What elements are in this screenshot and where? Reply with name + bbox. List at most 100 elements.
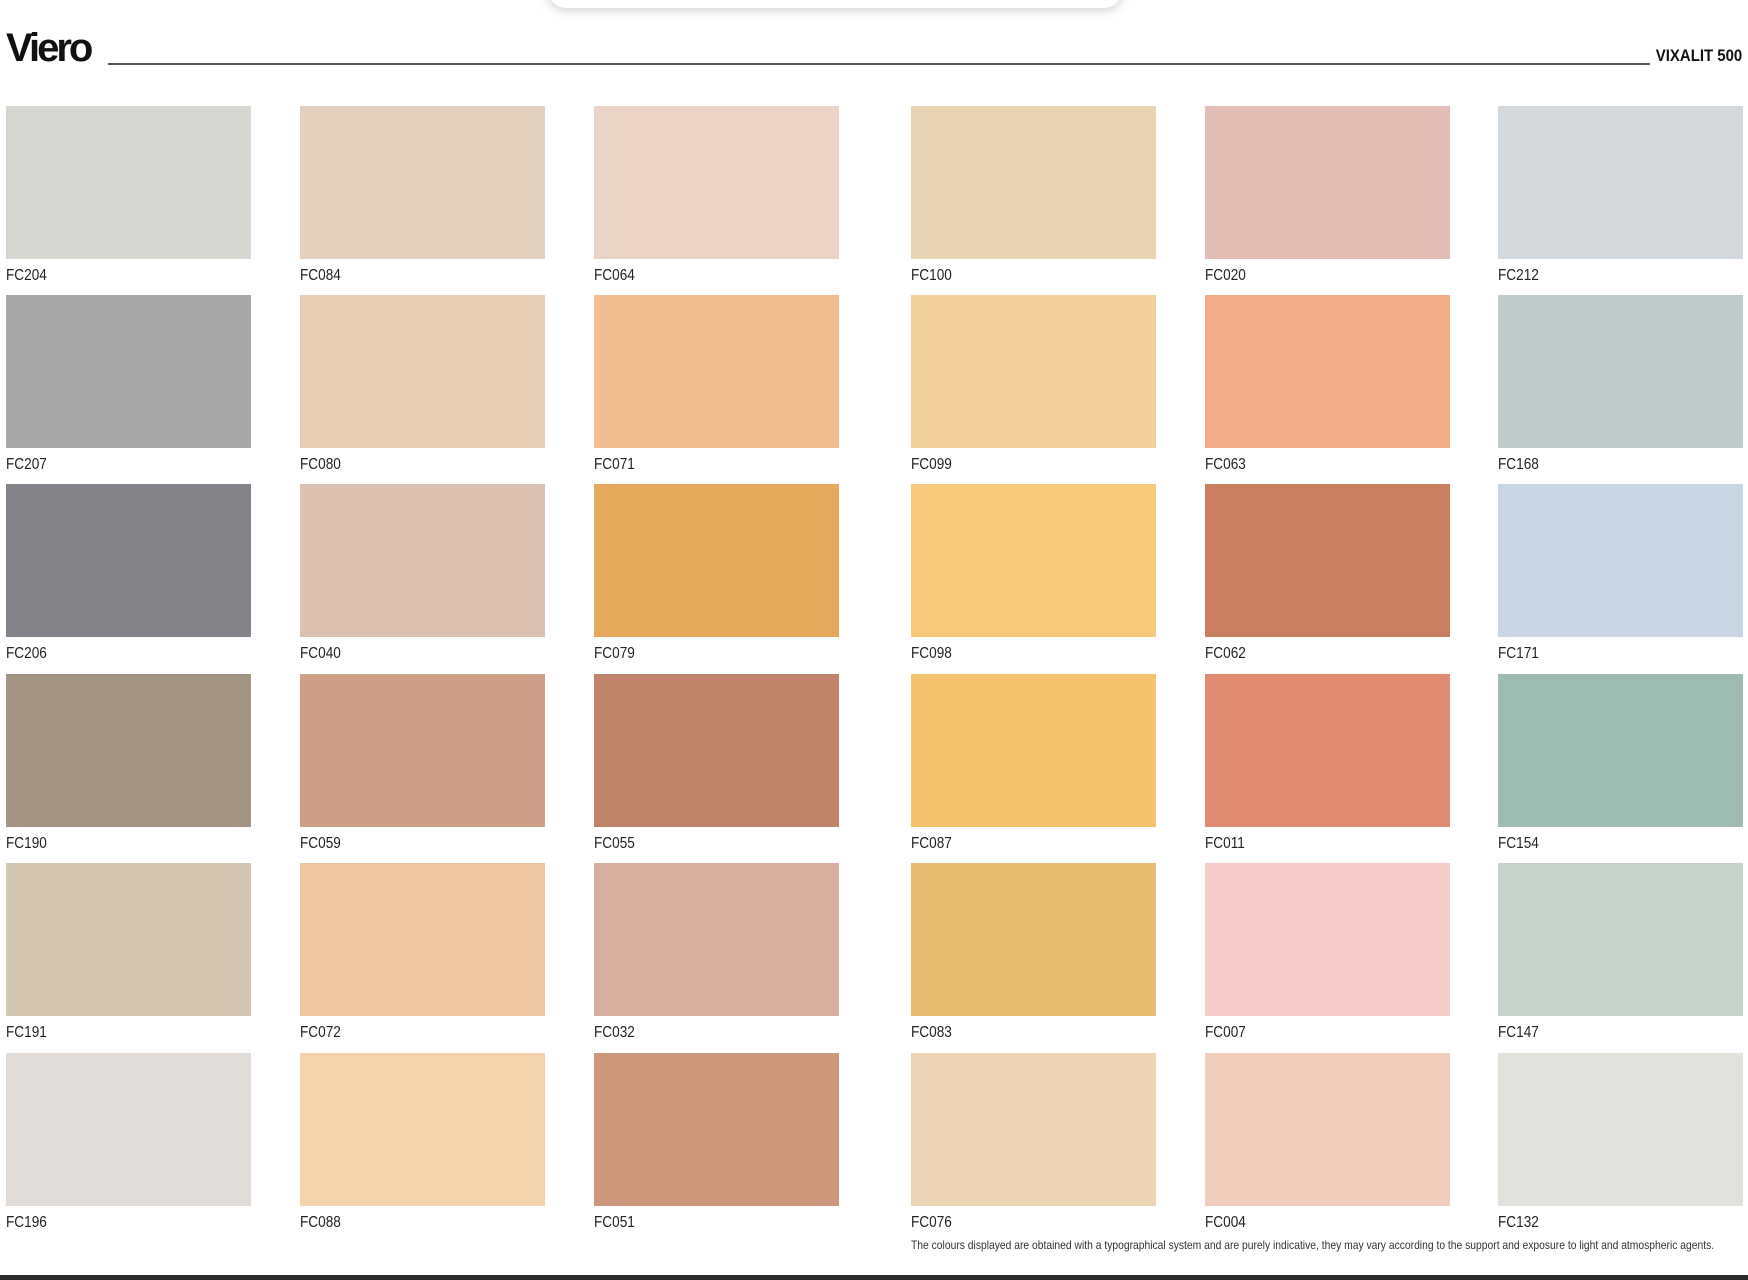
- swatch-code: FC132: [1498, 1214, 1539, 1231]
- colour-swatch: FC080: [300, 295, 545, 485]
- colour-swatch: FC072: [300, 863, 545, 1053]
- swatch-chip: [1205, 1053, 1450, 1206]
- swatch-code: FC088: [300, 1214, 341, 1231]
- swatch-code: FC032: [594, 1024, 635, 1041]
- swatch-code: FC080: [300, 456, 341, 473]
- colour-swatch: FC171: [1498, 484, 1743, 674]
- swatch-code: FC011: [1205, 835, 1245, 852]
- colour-swatch: FC071: [594, 295, 839, 485]
- colour-chart-page: Viero VIXALIT 500 FC204 FC084 FC064 FC100 FC…: [0, 0, 1748, 1280]
- colour-swatch: FC168: [1498, 295, 1743, 485]
- colour-swatch: FC191: [6, 863, 251, 1053]
- swatch-chip: [1498, 863, 1743, 1016]
- swatch-chip: [594, 295, 839, 448]
- swatch-code: FC191: [6, 1024, 47, 1041]
- swatch-code: FC072: [300, 1024, 341, 1041]
- swatch-chip: [911, 863, 1156, 1016]
- swatch-code: FC064: [594, 267, 635, 284]
- colour-swatch: FC207: [6, 295, 251, 485]
- swatch-chip: [1498, 674, 1743, 827]
- swatch-chip: [6, 1053, 251, 1206]
- swatch-chip: [1205, 106, 1450, 259]
- colour-swatch: FC079: [594, 484, 839, 674]
- swatch-chip: [594, 1053, 839, 1206]
- swatch-code: FC071: [594, 456, 635, 473]
- colour-swatch: FC147: [1498, 863, 1743, 1053]
- colour-swatch: FC083: [911, 863, 1156, 1053]
- colour-swatch: FC088: [300, 1053, 545, 1243]
- swatch-chip: [911, 1053, 1156, 1206]
- disclaimer-note: The colours displayed are obtained with …: [911, 1238, 1715, 1252]
- swatch-chip: [6, 484, 251, 637]
- colour-swatch: FC004: [1205, 1053, 1450, 1243]
- swatch-code: FC051: [594, 1214, 635, 1231]
- swatch-chip: [911, 295, 1156, 448]
- swatch-chip: [6, 295, 251, 448]
- swatch-code: FC076: [911, 1214, 952, 1231]
- swatch-chip: [1498, 1053, 1743, 1206]
- swatch-code: FC063: [1205, 456, 1246, 473]
- swatch-chip: [6, 863, 251, 1016]
- colour-swatch: FC084: [300, 106, 545, 296]
- swatch-chip: [1205, 484, 1450, 637]
- swatch-code: FC207: [6, 456, 47, 473]
- colour-swatch: FC190: [6, 674, 251, 864]
- swatch-code: FC040: [300, 645, 341, 662]
- swatch-code: FC204: [6, 267, 47, 284]
- swatch-code: FC206: [6, 645, 47, 662]
- swatch-code: FC098: [911, 645, 952, 662]
- swatch-chip: [594, 863, 839, 1016]
- swatch-chip: [594, 106, 839, 259]
- swatch-chip: [300, 674, 545, 827]
- swatch-chip: [300, 106, 545, 259]
- colour-swatch: FC099: [911, 295, 1156, 485]
- swatch-code: FC083: [911, 1024, 952, 1041]
- colour-swatch: FC206: [6, 484, 251, 674]
- swatch-chip: [300, 863, 545, 1016]
- colour-swatch: FC011: [1205, 674, 1450, 864]
- colour-swatch: FC064: [594, 106, 839, 296]
- swatch-chip: [300, 484, 545, 637]
- bottom-divider: [0, 1275, 1748, 1280]
- swatch-code: FC196: [6, 1214, 47, 1231]
- swatch-chip: [911, 106, 1156, 259]
- swatch-code: FC171: [1498, 645, 1539, 662]
- swatch-code: FC007: [1205, 1024, 1246, 1041]
- swatch-chip: [911, 674, 1156, 827]
- swatch-code: FC055: [594, 835, 635, 852]
- colour-swatch: FC076: [911, 1053, 1156, 1243]
- colour-swatch: FC007: [1205, 863, 1450, 1053]
- colour-swatch: FC032: [594, 863, 839, 1053]
- colour-swatch: FC100: [911, 106, 1156, 296]
- swatch-chip: [1205, 674, 1450, 827]
- colour-swatch: FC098: [911, 484, 1156, 674]
- colour-swatch: FC059: [300, 674, 545, 864]
- swatch-chip: [300, 295, 545, 448]
- swatch-chip: [1205, 295, 1450, 448]
- swatch-code: FC059: [300, 835, 341, 852]
- swatch-chip: [594, 674, 839, 827]
- swatch-code: FC087: [911, 835, 952, 852]
- swatch-chip: [6, 674, 251, 827]
- colour-swatch: FC020: [1205, 106, 1450, 296]
- swatch-chip: [911, 484, 1156, 637]
- swatch-code: FC100: [911, 267, 952, 284]
- swatch-code: FC190: [6, 835, 47, 852]
- swatch-code: FC147: [1498, 1024, 1539, 1041]
- swatch-code: FC020: [1205, 267, 1246, 284]
- swatch-chip: [1498, 484, 1743, 637]
- swatch-code: FC079: [594, 645, 635, 662]
- swatch-code: FC084: [300, 267, 341, 284]
- colour-swatch: FC154: [1498, 674, 1743, 864]
- colour-swatch: FC196: [6, 1053, 251, 1243]
- colour-swatch: FC063: [1205, 295, 1450, 485]
- swatch-code: FC004: [1205, 1214, 1246, 1231]
- colour-swatch: FC212: [1498, 106, 1743, 296]
- swatch-chip: [1498, 106, 1743, 259]
- colour-swatch: FC055: [594, 674, 839, 864]
- colour-swatch: FC040: [300, 484, 545, 674]
- colour-swatch: FC087: [911, 674, 1156, 864]
- colour-swatch: FC132: [1498, 1053, 1743, 1243]
- swatch-code: FC099: [911, 456, 952, 473]
- swatch-chip: [6, 106, 251, 259]
